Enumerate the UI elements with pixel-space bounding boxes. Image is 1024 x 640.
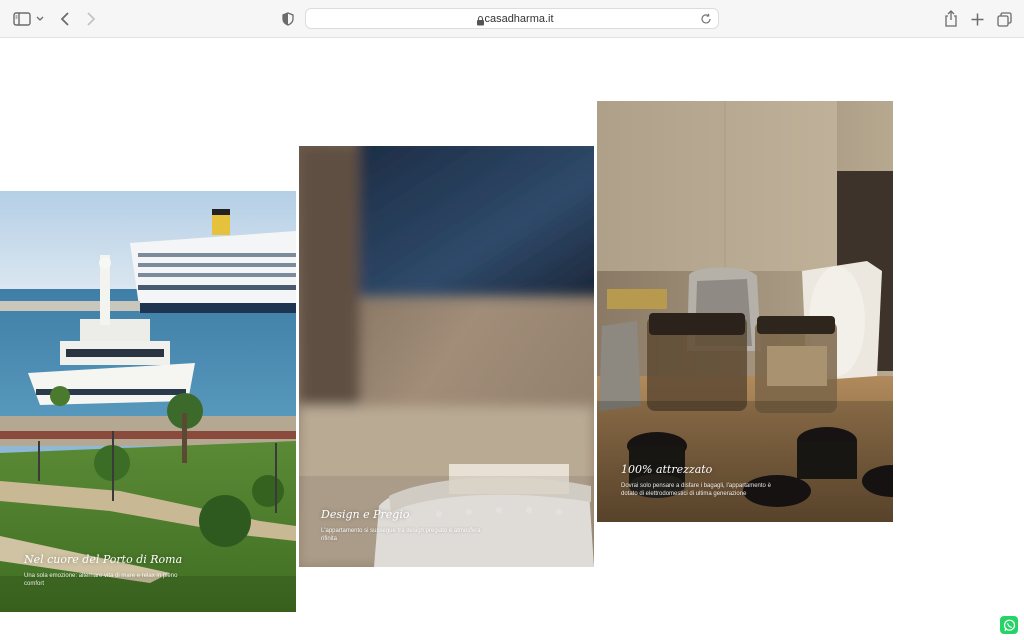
card-title: 100% attrezzato <box>621 463 713 476</box>
share-icon[interactable] <box>942 8 960 28</box>
card-text: Dovrai solo pensare a disfare i bagagli,… <box>621 483 771 497</box>
plus-icon[interactable] <box>968 9 986 29</box>
whatsapp-icon[interactable] <box>1000 616 1018 634</box>
card-text: Una sola emozione: alternare vita di mar… <box>24 573 178 587</box>
card-attrezzato[interactable]: 100% attrezzato Dovrai solo pensare a di… <box>597 101 893 522</box>
card-title: Design e Pregio <box>321 508 410 521</box>
tabs-overview-icon[interactable] <box>995 9 1013 29</box>
kitchen-counter-photo <box>597 101 893 522</box>
card-caption: Nel cuore del Porto di Roma Una sola emo… <box>24 553 184 588</box>
cruise-ship-port-photo <box>0 191 296 612</box>
card-caption: 100% attrezzato Dovrai solo pensare a di… <box>621 463 781 498</box>
forward-icon[interactable] <box>82 9 100 29</box>
card-design[interactable]: Design e Pregio L'appartamento si susseg… <box>299 146 594 567</box>
towel-bedroom-photo <box>299 146 594 567</box>
address-host: casadharma.it <box>484 13 554 25</box>
privacy-shield-icon[interactable] <box>279 9 297 29</box>
chevron-down-icon[interactable] <box>35 12 45 26</box>
card-text: L'appartamento si sussegue tra design pr… <box>321 528 481 542</box>
card-porto[interactable]: Nel cuore del Porto di Roma Una sola emo… <box>0 191 296 612</box>
back-icon[interactable] <box>56 9 74 29</box>
address-bar[interactable]: casadharma.it <box>305 8 719 29</box>
card-title: Nel cuore del Porto di Roma <box>24 553 183 566</box>
sidebar-icon[interactable] <box>12 9 32 29</box>
browser-toolbar: casadharma.it <box>0 0 1024 38</box>
reload-icon[interactable] <box>700 12 713 25</box>
card-caption: Design e Pregio L'appartamento si susseg… <box>321 508 481 543</box>
